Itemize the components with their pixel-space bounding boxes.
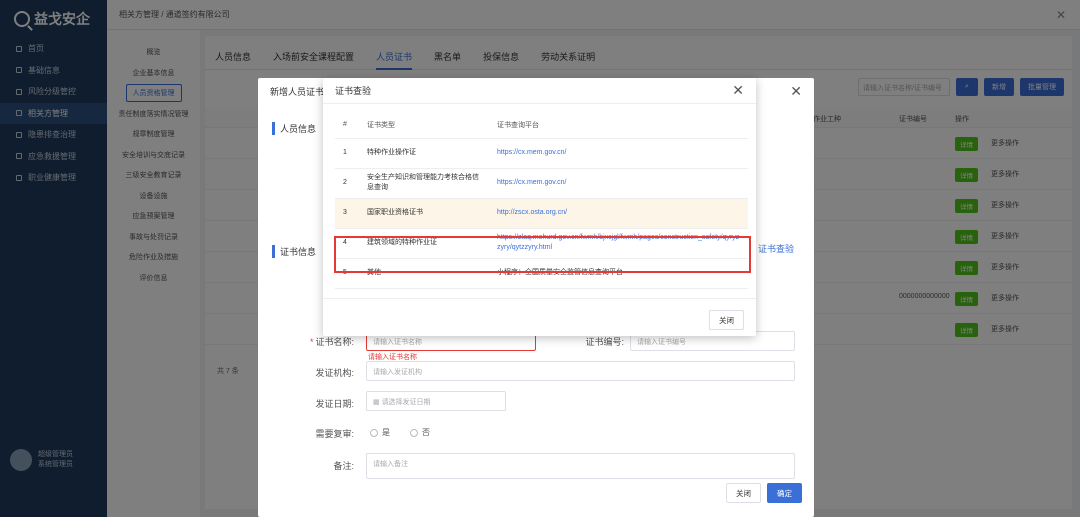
cert-type: 安全生产知识和管理能力考核合格信息查询 [359, 168, 489, 199]
back-close-button[interactable]: 关闭 [726, 483, 761, 503]
review-label: 需要复审: [315, 429, 354, 439]
review-yes-radio[interactable]: 是 [370, 427, 390, 438]
issue-date-placeholder: 请选择发证日期 [381, 399, 431, 406]
table-row: 1 特种作业操作证 https://cx.mem.gov.cn/ [335, 138, 748, 169]
row-index: 1 [335, 138, 359, 169]
back-close-button-label: 关闭 [736, 488, 751, 498]
remark-label: 备注: [333, 461, 354, 471]
calendar-icon: ▦ [373, 399, 382, 406]
cert-query-link[interactable]: 证书查验 [758, 242, 794, 255]
issuer-input[interactable]: 请输入发证机构 [366, 361, 795, 381]
close-button[interactable]: 关闭 [709, 310, 744, 330]
issue-date-picker[interactable]: ▦ 请选择发证日期 [366, 391, 506, 411]
column-header: 证书类型 [359, 112, 489, 139]
confirm-button[interactable]: 确定 [767, 483, 802, 503]
close-icon[interactable]: ✕ [790, 83, 802, 100]
section-person-title: 人员信息 [272, 122, 316, 135]
cert-name-label-text: 证书名称: [315, 337, 354, 347]
cert-query-url[interactable]: http://zscx.osta.org.cn/ [489, 198, 748, 229]
issue-date-label: 发证日期: [315, 399, 354, 409]
cert-query-url[interactable]: https://cx.mem.gov.cn/ [489, 168, 748, 199]
dialog-header: 证书查验 ✕ [323, 78, 756, 104]
cert-no-label: 证书编号: [585, 337, 624, 347]
column-header: 证书查询平台 [489, 112, 748, 139]
cert-query-url[interactable]: https://cx.mem.gov.cn/ [489, 138, 748, 169]
close-icon[interactable]: ✕ [732, 82, 744, 99]
table-row: 2 安全生产知识和管理能力考核合格信息查询 https://cx.mem.gov… [335, 168, 748, 199]
dialog-footer: 关闭 [323, 298, 756, 336]
highlight-box [334, 236, 751, 273]
cert-verify-dialog: 证书查验 ✕ # 证书类型 证书查询平台 1 特种作业操作证 https://c… [323, 78, 756, 336]
cert-name-label: * 证书名称: [309, 337, 354, 347]
cert-type: 特种作业操作证 [359, 138, 489, 169]
review-no-label: 否 [422, 428, 430, 437]
dialog-title: 新增人员证书 [270, 86, 325, 97]
cert-type: 国家职业资格证书 [359, 198, 489, 229]
column-header: # [335, 112, 359, 139]
close-button-label: 关闭 [719, 315, 734, 325]
dialog-title: 证书查验 [335, 86, 372, 96]
review-no-radio[interactable]: 否 [410, 427, 430, 438]
review-yes-label: 是 [382, 428, 390, 437]
remark-textarea[interactable]: 请输入备注 [366, 453, 795, 479]
table-row: 3 国家职业资格证书 http://zscx.osta.org.cn/ [335, 198, 748, 229]
table-header-row: # 证书类型 证书查询平台 [335, 112, 748, 139]
row-index: 2 [335, 168, 359, 199]
row-index: 3 [335, 198, 359, 229]
issuer-label: 发证机构: [315, 368, 354, 378]
radio-circle-icon [370, 428, 378, 437]
section-cert-title: 证书信息 [272, 245, 316, 258]
confirm-button-label: 确定 [777, 488, 792, 498]
radio-circle-icon [410, 428, 418, 437]
